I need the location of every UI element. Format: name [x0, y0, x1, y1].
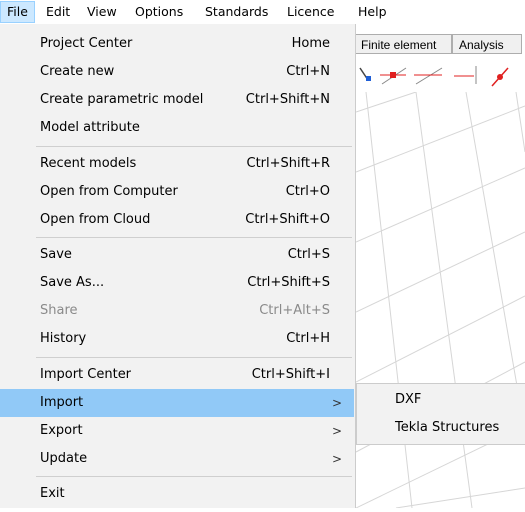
- menu-item-label: Import: [40, 395, 84, 410]
- model-canvas[interactable]: [355, 91, 525, 509]
- menu-help[interactable]: Help: [352, 0, 393, 24]
- menu-item-label: Recent models: [40, 156, 137, 171]
- menu-edit[interactable]: Edit: [40, 0, 76, 24]
- menu-item-shortcut: Ctrl+Shift+R: [246, 156, 331, 171]
- tab-finite-element[interactable]: Finite element: [354, 34, 452, 54]
- menu-item-label: Export: [40, 423, 83, 438]
- menu-view[interactable]: View: [81, 0, 123, 24]
- menu-item-label: Save: [40, 247, 72, 262]
- menu-item-shortcut: Ctrl+Shift+I: [251, 367, 330, 382]
- menu-item-label: Import Center: [40, 367, 132, 382]
- menu-item-history[interactable]: History Ctrl+H: [0, 325, 354, 353]
- menu-item-open-from-computer[interactable]: Open from Computer Ctrl+O: [0, 178, 354, 206]
- import-submenu: DXF Tekla Structures: [356, 383, 525, 445]
- menu-item-update[interactable]: Update >: [0, 445, 354, 473]
- menu-item-label: Open from Computer: [40, 184, 178, 199]
- menu-item-shortcut: Ctrl+Shift+S: [247, 275, 330, 290]
- menu-separator: [36, 237, 352, 238]
- menu-item-save-as[interactable]: Save As... Ctrl+Shift+S: [0, 269, 354, 297]
- menu-file[interactable]: File: [0, 1, 35, 23]
- menu-item-shortcut: Ctrl+O: [285, 184, 330, 199]
- menu-item-recent-models[interactable]: Recent models Ctrl+Shift+R: [0, 150, 354, 178]
- menu-item-shortcut: Ctrl+Shift+O: [245, 212, 330, 227]
- file-menu: Project Center Home Create new Ctrl+N Cr…: [0, 24, 356, 508]
- menu-options[interactable]: Options: [129, 0, 189, 24]
- menu-item-project-center[interactable]: Project Center Home: [0, 30, 354, 58]
- end-node-tool-icon[interactable]: [454, 66, 477, 84]
- diagonal-node-tool-icon[interactable]: [491, 67, 509, 87]
- menu-item-label: Exit: [40, 486, 65, 501]
- submenu-item-dxf[interactable]: DXF: [357, 386, 525, 414]
- menu-item-import[interactable]: Import >: [0, 389, 354, 417]
- menu-item-label: Update: [40, 451, 88, 466]
- tab-analysis[interactable]: Analysis: [452, 34, 522, 54]
- submenu-item-tekla-structures[interactable]: Tekla Structures: [357, 414, 525, 442]
- menu-item-save[interactable]: Save Ctrl+S: [0, 241, 354, 269]
- menu-separator: [36, 357, 352, 358]
- menu-item-exit[interactable]: Exit: [0, 480, 354, 508]
- submenu-arrow-icon: >: [331, 396, 342, 410]
- menu-standards[interactable]: Standards: [199, 0, 274, 24]
- submenu-arrow-icon: >: [331, 424, 342, 438]
- node-tool-icon[interactable]: [359, 67, 371, 81]
- menu-licence[interactable]: Licence: [281, 0, 341, 24]
- menu-item-create-new[interactable]: Create new Ctrl+N: [0, 58, 354, 86]
- menu-item-shortcut: Ctrl+N: [286, 64, 330, 79]
- submenu-item-label: DXF: [395, 392, 422, 407]
- menu-item-label: Share: [40, 303, 78, 318]
- menu-item-label: Create new: [40, 64, 115, 79]
- menu-item-create-parametric-model[interactable]: Create parametric model Ctrl+Shift+N: [0, 86, 354, 114]
- beam-tool-icon[interactable]: [414, 67, 443, 85]
- menu-item-shortcut: Home: [291, 36, 330, 51]
- menu-item-label: Save As...: [40, 275, 105, 290]
- submenu-item-label: Tekla Structures: [395, 420, 500, 435]
- toolbar: [356, 58, 525, 93]
- toolbar-icons: [359, 66, 509, 87]
- menu-item-export[interactable]: Export >: [0, 417, 354, 445]
- perspective-grid: [355, 91, 525, 509]
- menu-item-shortcut: Ctrl+Shift+N: [245, 92, 330, 107]
- menu-item-share: Share Ctrl+Alt+S: [0, 297, 354, 325]
- menu-item-import-center[interactable]: Import Center Ctrl+Shift+I: [0, 361, 354, 389]
- menu-item-label: Project Center: [40, 36, 133, 51]
- menu-item-shortcut: Ctrl+H: [286, 331, 330, 346]
- menu-item-label: Model attribute: [40, 120, 140, 135]
- submenu-arrow-icon: >: [331, 452, 342, 466]
- menu-item-shortcut: Ctrl+Alt+S: [259, 303, 330, 318]
- menu-separator: [36, 476, 352, 477]
- menu-item-model-attribute[interactable]: Model attribute: [0, 114, 354, 142]
- menu-separator: [36, 146, 352, 147]
- menu-item-shortcut: Ctrl+S: [287, 247, 330, 262]
- menu-item-label: Create parametric model: [40, 92, 204, 107]
- menu-item-open-from-cloud[interactable]: Open from Cloud Ctrl+Shift+O: [0, 206, 354, 234]
- menu-item-label: History: [40, 331, 87, 346]
- beam-node-tool-icon[interactable]: [380, 67, 407, 85]
- menu-bar: File Edit View Options Standards Licence…: [0, 0, 525, 24]
- menu-item-label: Open from Cloud: [40, 212, 151, 227]
